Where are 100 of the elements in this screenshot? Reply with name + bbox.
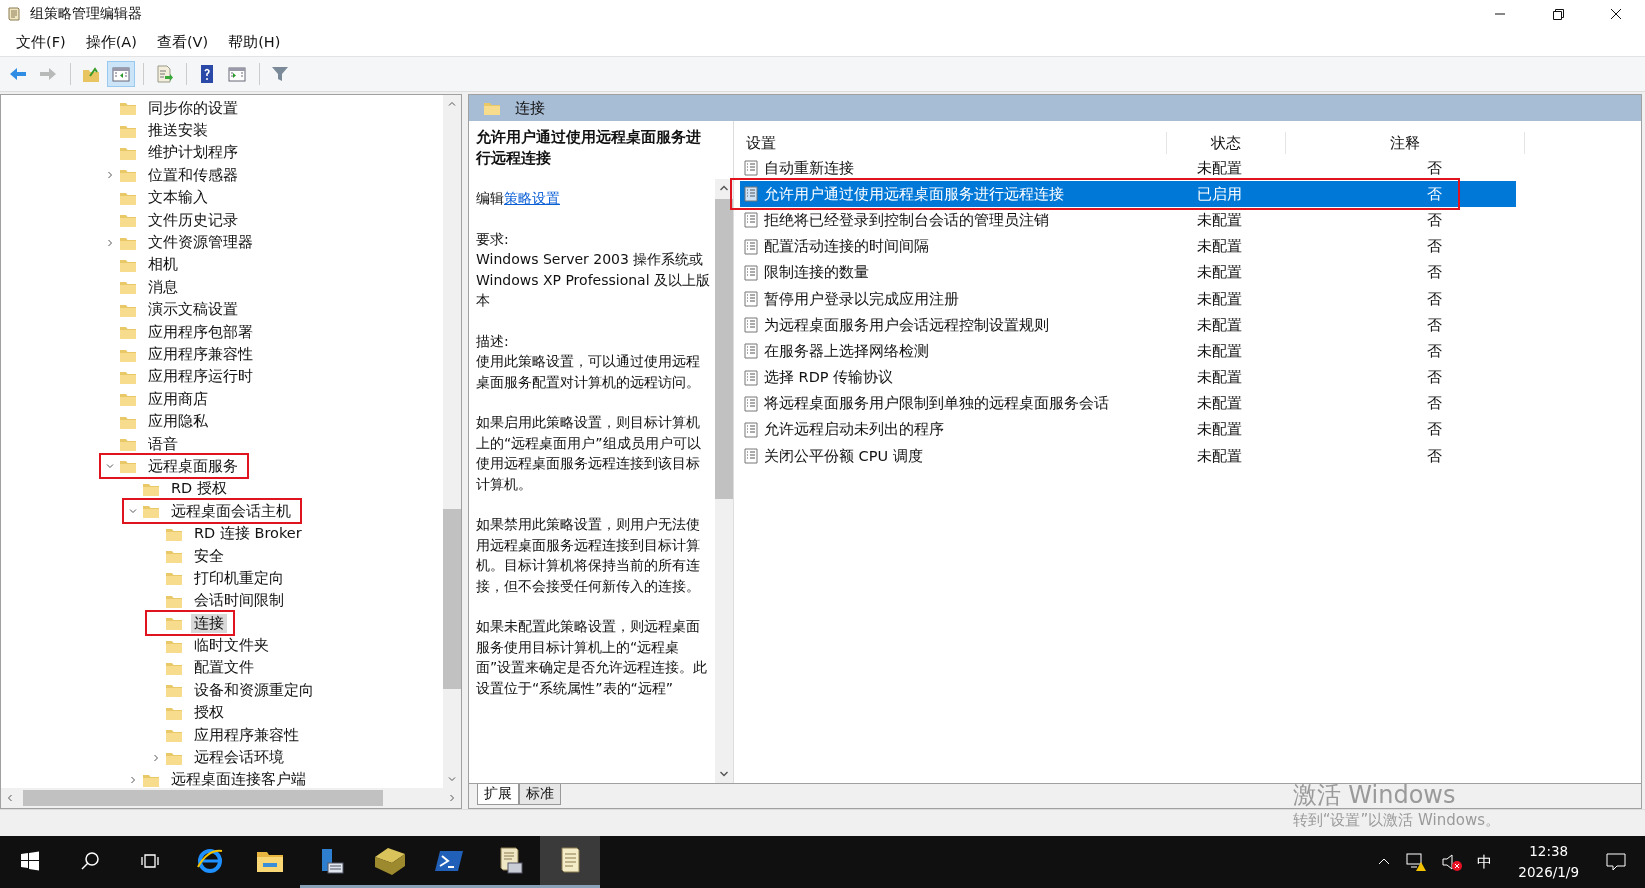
expand-chevron-icon[interactable] [128, 774, 138, 785]
tree-item[interactable]: 远程会话环境 [191, 748, 287, 768]
tree-item[interactable]: 应用隐私 [145, 412, 211, 432]
policy-setting-icon [744, 343, 758, 360]
menu-item[interactable]: 查看(V) [146, 30, 219, 54]
tree-item[interactable]: 应用程序兼容性 [145, 345, 256, 364]
scroll-right-icon[interactable] [447, 793, 457, 803]
policy-row[interactable]: 关闭公平份额 CPU 调度 未配置 否 [740, 443, 1516, 470]
tree-item[interactable]: 安全 [191, 546, 227, 566]
tree-item[interactable]: 应用程序运行时 [145, 367, 256, 387]
window-title: 组策略管理编辑器 [30, 5, 142, 23]
folder-icon [119, 391, 137, 408]
policy-settings-link[interactable]: 策略设置 [504, 190, 560, 206]
policy-row[interactable]: 将远程桌面服务用户限制到单独的远程桌面服务会话 未配置 否 [740, 390, 1516, 417]
policy-setting-icon [744, 186, 758, 203]
tree-item[interactable]: 远程桌面连接客户端 [168, 770, 309, 788]
tree-item[interactable]: 相机 [145, 255, 181, 275]
policy-setting-icon [744, 291, 758, 308]
tree-item[interactable]: 文件资源管理器 [145, 233, 256, 253]
tree-item[interactable]: 临时文件夹 [191, 636, 272, 656]
policy-setting-icon [744, 264, 758, 281]
tree-item[interactable]: RD 授权 [168, 479, 230, 499]
network-warning-icon[interactable] [1405, 852, 1428, 872]
tree-item[interactable]: 语音 [145, 434, 181, 454]
folder-icon [165, 570, 183, 587]
tree-item[interactable]: RD 连接 Broker [191, 524, 305, 544]
state-cell-text: 未配置 [1196, 394, 1243, 414]
column-header[interactable]: 状态 [1167, 132, 1286, 154]
menu-item[interactable]: 文件(F) [6, 30, 76, 54]
policy-setting-icon [744, 238, 758, 255]
state-cell-text: 未配置 [1196, 341, 1243, 361]
speaker-muted-icon[interactable] [1441, 852, 1464, 872]
tree-button[interactable] [107, 61, 135, 87]
policy-row[interactable]: 自动重新连接 未配置 否 [740, 155, 1516, 182]
scrollbar[interactable] [443, 95, 461, 788]
setting-name: 拒绝将已经登录到控制台会话的管理员注销 [764, 210, 1049, 230]
folder-icon [119, 458, 137, 475]
policy-setting-icon [744, 369, 758, 386]
tree-item[interactable]: 文本输入 [145, 188, 211, 208]
column-header[interactable]: 设置 [740, 132, 1167, 154]
action-pane-icon [227, 64, 247, 84]
policy-row[interactable]: 拒绝将已经登录到控制台会话的管理员注销 未配置 否 [740, 207, 1516, 234]
scrollbar[interactable] [1, 788, 461, 808]
input-method-indicator[interactable]: 中 [1477, 852, 1493, 872]
tree-item[interactable]: 应用程序包部署 [145, 322, 256, 342]
tree-item[interactable]: 维护计划程序 [145, 143, 241, 163]
column-header[interactable]: 注释 [1286, 132, 1525, 154]
policy-setting-icon [744, 212, 758, 229]
comment-cell-text: 否 [1425, 210, 1443, 230]
policy-row[interactable]: 允许远程启动未列出的程序 未配置 否 [740, 416, 1516, 444]
scroll-up-icon[interactable] [447, 99, 457, 109]
policy-row[interactable]: 限制连接的数量 未配置 否 [740, 259, 1516, 286]
menu-item[interactable]: 帮助(H) [218, 30, 291, 54]
tree-item[interactable]: 连接 [191, 613, 227, 633]
policy-title: 允许用户通过使用远程桌面服务进行远程连接 [476, 128, 702, 168]
comment-cell-text: 否 [1425, 158, 1443, 178]
policy-row[interactable]: 选择 RDP 传输协议 未配置 否 [740, 364, 1516, 391]
notification-icon[interactable] [1605, 852, 1627, 872]
tree-item[interactable]: 位置和传感器 [145, 165, 241, 185]
tree-item[interactable]: 消息 [145, 277, 181, 297]
tree-item[interactable]: 授权 [191, 703, 227, 723]
console-tree-icon [111, 64, 131, 84]
tree-item[interactable]: 推送安装 [145, 121, 211, 141]
tree-item[interactable]: 演示文稿设置 [145, 300, 241, 320]
tree-item[interactable]: 配置文件 [191, 658, 257, 678]
notepad-app-button[interactable] [540, 836, 600, 888]
tree-item[interactable]: 应用商店 [145, 389, 211, 409]
expand-chevron-icon[interactable] [105, 237, 115, 248]
expand-chevron-icon[interactable] [151, 752, 161, 763]
tree-item[interactable]: 设备和资源重定向 [191, 680, 317, 700]
tree-item[interactable]: 打印机重定向 [191, 568, 287, 588]
comment-cell-text: 否 [1425, 315, 1443, 335]
tree-item[interactable]: 同步你的设置 [145, 98, 241, 118]
comment-cell-text: 否 [1425, 184, 1443, 204]
tree-item[interactable]: 远程桌面会话主机 [168, 501, 294, 521]
policy-row[interactable]: 配置活动连接的时间间隔 未配置 否 [740, 233, 1516, 260]
scroll-down-icon[interactable] [447, 774, 457, 784]
expand-chevron-icon[interactable] [105, 170, 115, 181]
tree-item[interactable]: 文件历史记录 [145, 210, 241, 230]
tree-item[interactable]: 应用程序兼容性 [191, 725, 302, 745]
state-cell-text: 未配置 [1196, 237, 1243, 257]
state-cell-text: 未配置 [1196, 420, 1243, 440]
clock-date[interactable]: 2026/1/9 [1518, 862, 1579, 883]
policy-row[interactable]: 暂停用户登录以完成应用注册 未配置 否 [740, 285, 1516, 313]
activation-hint: 转到“设置”以激活 Windows。 [1292, 811, 1500, 830]
scroll-up-icon[interactable] [719, 183, 729, 193]
policy-row[interactable]: 为远程桌面服务用户会话远程控制设置规则 未配置 否 [740, 312, 1516, 339]
view-tab[interactable]: 扩展 [477, 784, 519, 805]
clock-time[interactable]: 12:38 [1529, 841, 1569, 862]
view-tab[interactable]: 标准 [519, 784, 561, 805]
tree-item[interactable]: 远程桌面服务 [145, 456, 241, 476]
comment-cell-text: 否 [1425, 420, 1443, 440]
state-cell-text: 未配置 [1196, 368, 1243, 388]
policy-row[interactable]: 在服务器上选择网络检测 未配置 否 [740, 338, 1516, 365]
scroll-down-icon[interactable] [719, 769, 729, 779]
tree-item[interactable]: 会话时间限制 [191, 591, 287, 611]
scroll-left-icon[interactable] [5, 793, 15, 803]
menu-item[interactable]: 操作(A) [75, 30, 147, 54]
scrollbar[interactable] [715, 179, 733, 783]
comment-cell-text: 否 [1425, 446, 1443, 466]
